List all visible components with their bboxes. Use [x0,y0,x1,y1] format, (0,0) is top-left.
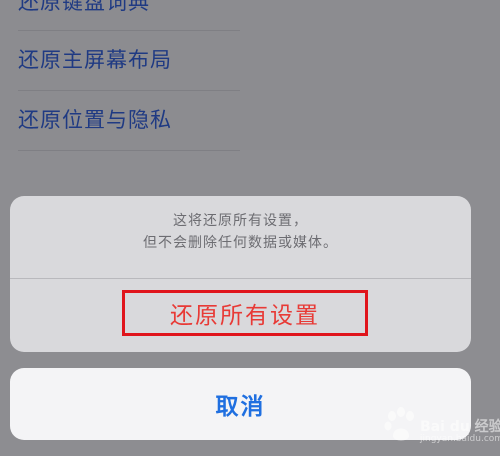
settings-reset-list: 还原键盘词典 还原主屏幕布局 还原位置与隐私 [0,0,500,151]
reset-home-screen-layout-label: 还原主屏幕布局 [18,48,172,72]
reset-location-privacy-label: 还原位置与隐私 [18,108,172,132]
message-line-2: 但不会删除任何数据或媒体。 [143,235,338,251]
reset-keyboard-dictionary-label: 还原键盘词典 [18,0,150,14]
reset-keyboard-dictionary-item[interactable]: 还原键盘词典 [18,0,240,30]
watermark-text: Bai du 经验 [420,419,500,435]
action-sheet-separator [10,278,471,279]
reset-all-settings-button[interactable]: 还原所有设置 [122,290,368,336]
screen: 还原键盘词典 还原主屏幕布局 还原位置与隐私 这将还原所有设置， 但不会删除任何… [0,0,500,456]
action-sheet: 这将还原所有设置， 但不会删除任何数据或媒体。 还原所有设置 [10,196,471,352]
baidu-paw-logo-icon [384,407,414,441]
reset-location-privacy-item[interactable]: 还原位置与隐私 [18,90,240,148]
watermark-subtext: jingyan.baidu.com [420,434,500,444]
reset-home-screen-layout-item[interactable]: 还原主屏幕布局 [18,30,240,88]
action-sheet-message: 这将还原所有设置， 但不会删除任何数据或媒体。 [10,210,471,270]
list-divider [18,150,240,151]
baidu-jingyan-watermark: Bai du 经验 jingyan.baidu.com [384,398,500,450]
message-line-1: 这将还原所有设置， [173,213,308,229]
